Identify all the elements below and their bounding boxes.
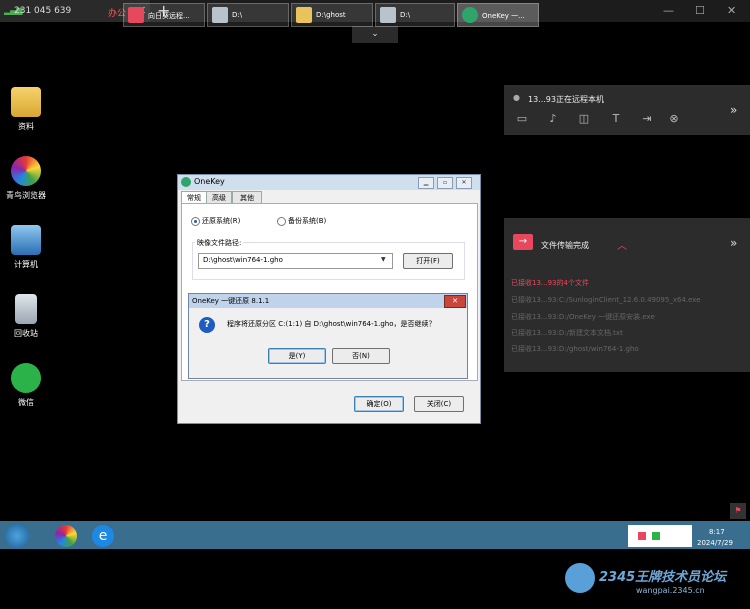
chat-icon[interactable]: ▭ [514,111,530,127]
desktop-icon-label: 回收站 [14,329,38,338]
drive-icon [380,7,396,23]
folder-icon [296,7,312,23]
clock-time: 8:17 [709,528,725,536]
desktop-icon-label: 资料 [18,122,34,131]
image-path-select[interactable]: D:\ghost\win764-1.gho ▼ [198,253,393,269]
image-path-label: 映像文件路径: [195,238,244,248]
browser-icon [11,156,41,186]
start-button[interactable] [5,524,29,548]
user-icon: ● [513,93,520,102]
confirm-title: OneKey 一键还原 8.1.1 [192,297,270,305]
question-icon: ? [199,317,215,333]
close-icon[interactable]: ✕ [456,177,472,189]
chevron-down-icon: ▼ [381,256,386,263]
transfer-file: 已接收13...93:D:/ghost/win764-1.gho [511,345,639,353]
microphone-icon[interactable]: ♪ [545,111,561,127]
transfer-summary: 已接收13...93的4个文件 [511,279,589,287]
desktop-icon-browser[interactable]: 青鸟浏览器 [1,156,51,201]
recycle-bin-icon [15,294,37,324]
taskbar-item-drive[interactable]: D:\ [375,3,455,27]
taskbar-item-label: OneKey 一... [482,12,525,20]
restore-icon[interactable]: ▫ [437,177,453,189]
image-path-value: D:\ghost\win764-1.gho [203,256,283,264]
computer-icon [11,225,41,255]
transfer-file: 已接收13...93:D:/OneKey 一键还原安装.exe [511,313,655,321]
flag-icon[interactable]: ⚑ [730,503,746,519]
radio-restore-label: 还原系统(R) [202,217,241,225]
watermark-logo-icon [565,563,595,593]
desktop-icon-label: 微信 [18,398,34,407]
watermark-url: wangpai.2345.cn [636,586,705,595]
stop-icon[interactable]: ⊗ [666,111,682,127]
taskbar-item-drive[interactable]: D:\ [207,3,289,27]
collapse-transfer-panel-icon[interactable]: » [730,236,737,250]
chevron-up-icon[interactable]: ︿ [617,237,627,252]
watermark-text: 2345王牌技术员论坛 [599,570,727,585]
sunlogin-icon [128,7,144,23]
taskbar-item-label: D:\ [232,11,243,19]
close-icon[interactable]: ✕ [727,4,736,17]
desktop-icon-folder[interactable]: 资料 [1,87,51,132]
desktop-icon-label: 青鸟浏览器 [6,191,46,200]
desktop-icon-recycle-bin[interactable]: 回收站 [1,294,51,339]
transfer-file: 已接收13...93:D:/新建文本文档.txt [511,329,623,337]
open-button[interactable]: 打开(F) [403,253,453,269]
collapse-toolbar-button[interactable]: ⌄ [352,26,398,43]
no-button[interactable]: 否(N) [332,348,390,364]
restore-icon[interactable]: ☐ [695,4,705,17]
desktop-icon-wechat[interactable]: 微信 [1,363,51,408]
ok-button[interactable]: 确定(O) [354,396,404,412]
confirm-dialog: OneKey 一键还原 8.1.1 ✕ ? 程序将还原分区 C:(1:1) 自 … [188,293,468,379]
wechat-icon [11,363,41,393]
minimize-icon[interactable]: ▁ [418,177,434,189]
collapse-remote-panel-icon[interactable]: » [730,103,737,117]
taskbar-item-folder[interactable]: D:\ghost [291,3,373,27]
radio-restore[interactable] [191,217,200,226]
session-id: 231 045 639 [14,6,72,16]
camera-icon[interactable]: ◫ [576,111,592,127]
minimize-icon[interactable]: — [663,4,674,17]
radio-backup[interactable] [277,217,286,226]
taskbar-item-sunlogin[interactable]: 向日葵远程... [123,3,205,27]
radio-backup-label: 备份系统(B) [288,217,327,225]
onekey-title: OneKey [194,177,225,186]
sunlogin-tray-icon[interactable] [638,532,646,540]
drive-icon [212,7,228,23]
taskbar-item-label: 向日葵远程... [148,12,190,20]
transfer-icon[interactable]: ⇥ [639,111,655,127]
taskbar-item-label: D:\ [400,11,411,19]
confirm-titlebar[interactable]: OneKey 一键还原 8.1.1 ✕ [189,294,467,308]
transfer-title: 文件传输完成 [541,241,589,250]
transfer-file: 已接收13...93:C:/SunloginClient_12.6.0.4909… [511,296,701,304]
confirm-message: 程序将还原分区 C:(1:1) 自 D:\ghost\win764-1.gho，… [227,320,436,328]
transfer-folder-icon: → [513,234,533,250]
system-tray[interactable] [628,525,692,547]
onekey-logo-icon [181,177,191,187]
yes-button[interactable]: 是(Y) [268,348,326,364]
remote-control-panel: ● 13...93正在远程本机 ▭ ♪ ◫ T ⇥ ⊗ [504,85,750,135]
desktop-icon-label: 计算机 [14,260,38,269]
clock-date: 2024/7/29 [697,539,733,547]
close-icon[interactable]: ✕ [444,295,466,308]
remote-title: 13...93正在远程本机 [528,95,604,104]
ie-icon[interactable]: e [92,525,114,547]
file-transfer-panel: → 文件传输完成 ︿ 已接收13...93的4个文件 已接收13...93:C:… [504,218,750,372]
onekey-titlebar[interactable]: OneKey ▁ ▫ ✕ [178,175,480,190]
text-icon[interactable]: T [608,111,624,127]
wechat-tray-icon[interactable] [652,532,660,540]
folder-user-icon [11,87,41,117]
taskbar-item-label: D:\ghost [316,11,346,19]
close-button[interactable]: 关闭(C) [414,396,464,412]
browser-icon[interactable] [55,525,77,547]
onekey-icon [462,7,478,23]
desktop-icon-computer[interactable]: 计算机 [1,225,51,270]
taskbar-item-onekey[interactable]: OneKey 一... [457,3,539,27]
